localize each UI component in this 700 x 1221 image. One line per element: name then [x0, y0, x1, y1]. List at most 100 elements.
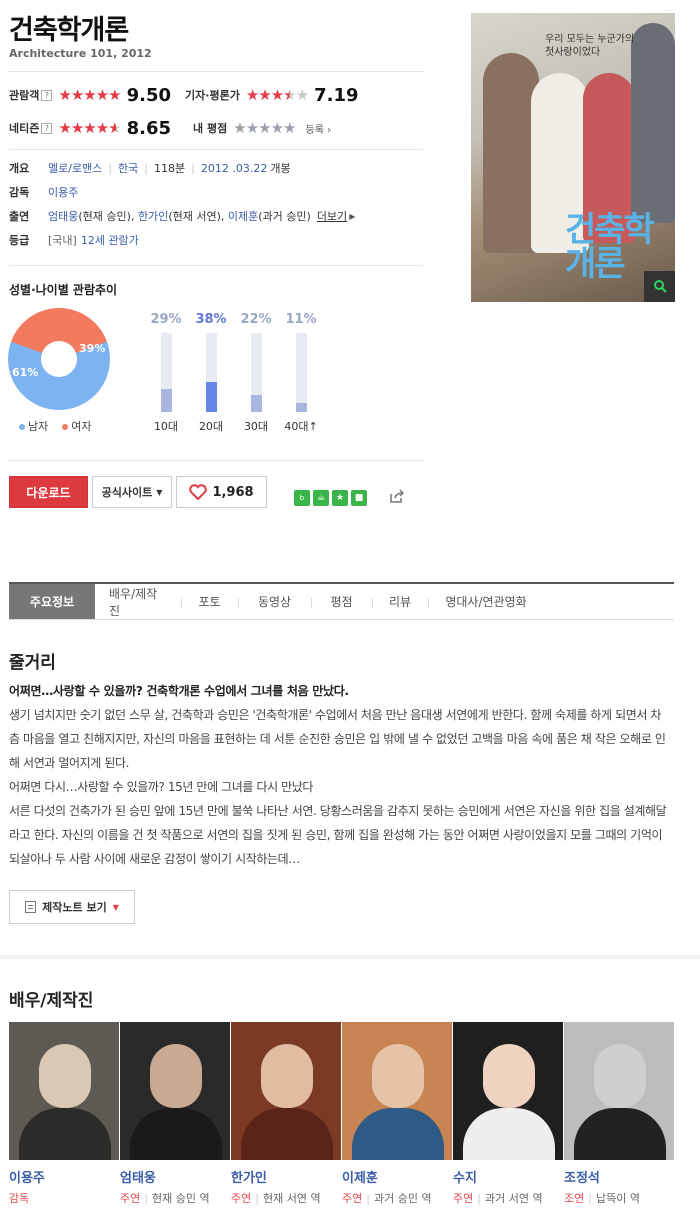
- photo-figure: [19, 1108, 111, 1160]
- cast-photo[interactable]: [453, 1022, 563, 1160]
- male-pct: 61%: [12, 366, 39, 379]
- tab-4[interactable]: 평점: [311, 584, 372, 619]
- tab-0[interactable]: 주요정보: [9, 584, 95, 619]
- photo-figure: [574, 1108, 666, 1160]
- age-bar: 11% 40대↑: [281, 312, 321, 434]
- zoom-icon[interactable]: [644, 271, 675, 302]
- movie-poster[interactable]: 우리 모두는 누군가의 첫사랑이었다 건축학 개론: [471, 13, 675, 302]
- age-bar: 29% 10대: [146, 312, 186, 434]
- cast-photo[interactable]: [564, 1022, 674, 1160]
- like-button[interactable]: 1,968: [176, 476, 267, 508]
- age-bar-fill: [295, 403, 307, 412]
- director-link[interactable]: 이용주: [48, 184, 78, 200]
- tab-5[interactable]: 리뷰: [372, 584, 428, 619]
- audience-stars: ★★★★★: [58, 86, 121, 104]
- photo-figure: [352, 1108, 444, 1160]
- divider: [9, 149, 423, 150]
- cast-link-3[interactable]: 이제훈: [228, 208, 258, 224]
- tab-6[interactable]: 명대사/연관영화: [428, 584, 544, 619]
- production-note-button[interactable]: 제작노트 보기 ▼: [9, 890, 135, 924]
- cast-name[interactable]: 엄태웅: [120, 1167, 230, 1186]
- divider: [9, 71, 423, 72]
- country-link[interactable]: 한국: [118, 160, 138, 176]
- cast-name[interactable]: 조정석: [564, 1167, 674, 1186]
- cast-name[interactable]: 수지: [453, 1167, 563, 1186]
- tab-3[interactable]: 동영상: [238, 584, 311, 619]
- cast-photo[interactable]: [9, 1022, 119, 1160]
- info-director: 감독 이용주: [9, 184, 78, 200]
- runtime: 118분: [154, 162, 186, 175]
- gender-donut-chart: 61% 39%: [8, 308, 110, 410]
- release-date-link[interactable]: 2012 .03.22: [201, 162, 267, 175]
- share-icon[interactable]: [389, 489, 405, 507]
- movie-title: 건축학개론: [9, 15, 129, 46]
- age-bar-track: [250, 333, 262, 412]
- cast-section-title: 배우/제작진: [9, 991, 94, 1011]
- info-grade: 등급 [국내] 12세 관람가: [9, 232, 139, 248]
- age-bar: 22% 30대: [236, 312, 276, 434]
- cast-label: 출연: [9, 210, 30, 223]
- age-bar-label: 40대↑: [284, 420, 318, 433]
- photo-figure: [39, 1044, 91, 1108]
- genre-link[interactable]: 멜로/로맨스: [48, 160, 102, 176]
- chevron-right-icon: ▶: [349, 211, 356, 221]
- female-pct: 39%: [79, 342, 106, 355]
- my-rating-stars[interactable]: ★★★★★: [233, 119, 296, 137]
- poster-tagline: 우리 모두는 누군가의 첫사랑이었다: [545, 34, 635, 58]
- blog-share-icon[interactable]: b: [294, 490, 310, 506]
- age-bar-label: 30대: [243, 420, 269, 433]
- cast-photo[interactable]: [342, 1022, 452, 1160]
- photo-figure: [594, 1044, 646, 1108]
- synopsis-headline: 어쩌면…사랑할 수 있을까? 건축학개론 수업에서 그녀를 처음 만났다.: [9, 684, 349, 698]
- cast-role: 주연 | 현재 서연 역: [231, 1192, 321, 1205]
- cast-role: 감독: [9, 1192, 30, 1205]
- document-icon: [25, 901, 37, 913]
- download-button[interactable]: 다운로드: [9, 476, 88, 508]
- photo-figure: [463, 1108, 555, 1160]
- legend-female: 여자: [62, 418, 92, 434]
- caret-down-icon: ▼: [112, 902, 119, 912]
- overview-label: 개요: [9, 162, 30, 175]
- rating-row-netizen: 네티즌? ★★★★★ 8.65 내 평점 ★★★★★ 등록 ›: [9, 116, 429, 140]
- poster-figure: [631, 23, 675, 223]
- age-bar-fill: [250, 395, 262, 412]
- photo-figure: [130, 1108, 222, 1160]
- cast-name[interactable]: 이용주: [9, 1167, 119, 1186]
- audience-label: 관람객?: [9, 87, 53, 103]
- cast-photo[interactable]: [120, 1022, 230, 1160]
- cast-role: 조연 | 납뜩이 역: [564, 1192, 640, 1205]
- star-share-icon[interactable]: ★: [332, 490, 348, 506]
- cast-item[interactable]: 이제훈 주연 | 과거 승민 역: [342, 1022, 452, 1206]
- tab-bar: 주요정보 배우/제작진 포토 동영상 평점 리뷰 명대사/연관영화: [9, 582, 674, 620]
- cast-link-1[interactable]: 엄태웅: [48, 208, 78, 224]
- my-rating-label: 내 평점: [193, 122, 228, 135]
- cast-link-2[interactable]: 한가인: [138, 208, 168, 224]
- synopsis-body: 생기 넘치지만 숫기 없던 스무 살, 건축학과 승민은 '건축학개론' 수업에…: [9, 703, 671, 871]
- age-bar-value: 11%: [285, 312, 317, 327]
- help-icon[interactable]: ?: [41, 122, 53, 134]
- critic-score: 7.19: [314, 84, 359, 106]
- legend-male: 남자: [19, 418, 48, 434]
- cast-item[interactable]: 이용주 감독: [9, 1022, 119, 1206]
- tab-1[interactable]: 배우/제작진: [95, 584, 181, 619]
- age-bar-fill: [205, 382, 217, 412]
- tab-2[interactable]: 포토: [181, 584, 238, 619]
- cast-name[interactable]: 이제훈: [342, 1167, 452, 1186]
- grade-value-link[interactable]: 12세 관람가: [81, 232, 139, 248]
- cast-name[interactable]: 한가인: [231, 1167, 341, 1186]
- cast-item[interactable]: 조정석 조연 | 납뜩이 역: [564, 1022, 674, 1206]
- cast-item[interactable]: 엄태웅 주연 | 현재 승민 역: [120, 1022, 230, 1206]
- official-site-button[interactable]: 공식사이트 ▼: [92, 476, 172, 508]
- poster-title: 건축학 개론: [565, 210, 655, 284]
- cast-item[interactable]: 한가인 주연 | 현재 서연 역: [231, 1022, 341, 1206]
- cast-role-3: (과거 승민): [258, 210, 311, 223]
- divider: [9, 460, 423, 461]
- cast-photo[interactable]: [231, 1022, 341, 1160]
- rate-register-link[interactable]: 등록 ›: [306, 121, 332, 136]
- cast-item[interactable]: 수지 주연 | 과거 서연 역: [453, 1022, 563, 1206]
- help-icon[interactable]: ?: [41, 89, 53, 101]
- me-share-icon[interactable]: ■: [351, 490, 367, 506]
- age-bar: 38% 20대: [191, 312, 231, 434]
- cafe-share-icon[interactable]: ☕: [313, 490, 329, 506]
- more-cast-link[interactable]: 더보기: [317, 208, 347, 224]
